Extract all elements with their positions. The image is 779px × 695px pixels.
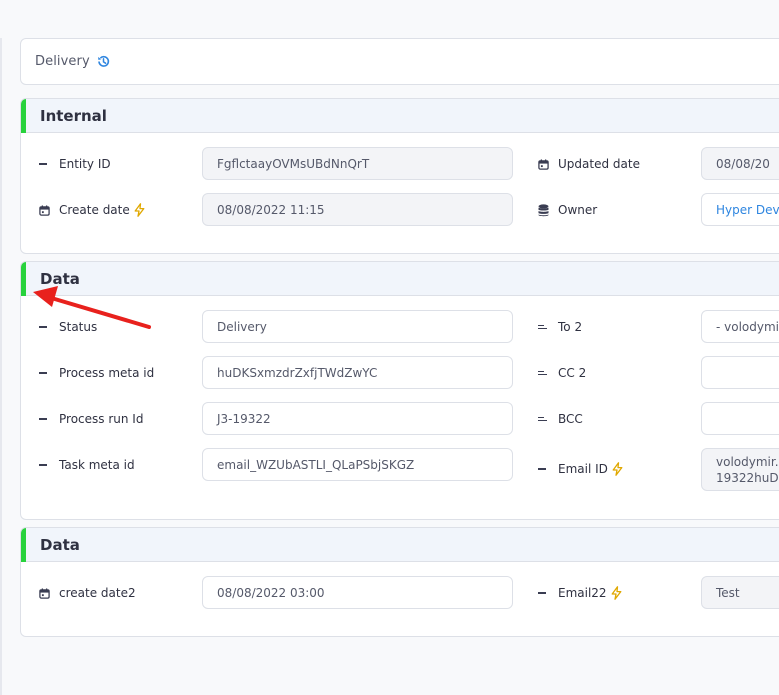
field-label-owner: Owner <box>538 201 597 219</box>
calendar-icon <box>538 156 554 172</box>
lightning-icon <box>611 586 622 600</box>
section-title: Data <box>40 269 80 288</box>
owner-field[interactable]: Hyper Deve <box>701 193 779 226</box>
field-label-email22: Email22 <box>538 584 622 602</box>
status-field[interactable]: Delivery <box>202 310 513 343</box>
lightning-icon <box>612 462 623 476</box>
field-label-entity-id: Entity ID <box>39 155 111 173</box>
process-meta-id-field[interactable]: huDKSxmzdrZxfjTWdZwYC <box>202 356 513 389</box>
section-header-data-2[interactable]: Data <box>21 528 779 562</box>
dash-icon <box>39 411 55 427</box>
email-id-line-2: 19322huD <box>716 471 779 485</box>
dash-icon <box>39 319 55 335</box>
email-id-line-1: volodymir.c <box>716 455 779 469</box>
lightning-icon <box>134 203 145 217</box>
field-label-text: CC 2 <box>558 366 587 380</box>
section-header-data[interactable]: Data <box>21 262 779 296</box>
field-label-process-run-id: Process run Id <box>39 410 143 428</box>
field-label-email-id: Email ID <box>538 460 623 478</box>
field-label-create-date2: create date2 <box>39 584 136 602</box>
field-label-text: Process meta id <box>59 366 155 380</box>
field-label-text: Task meta id <box>59 458 135 472</box>
calendar-icon <box>39 585 55 601</box>
field-label-text: Updated date <box>558 157 640 171</box>
database-icon <box>538 202 554 218</box>
field-label-text: Entity ID <box>59 157 111 171</box>
dash-icon <box>39 156 55 172</box>
entity-id-field: FgflctaayOVMsUBdNnQrT <box>202 147 513 180</box>
section-header-internal[interactable]: Internal <box>21 99 779 133</box>
dash-icon <box>39 365 55 381</box>
field-label-text: Status <box>59 320 98 334</box>
section-title: Internal <box>40 106 107 125</box>
field-label-updated-date: Updated date <box>538 155 640 173</box>
field-label-task-meta-id: Task meta id <box>39 456 135 474</box>
field-label-text: Owner <box>558 203 598 217</box>
field-label-text: create date2 <box>59 586 136 600</box>
history-icon[interactable] <box>96 54 111 69</box>
section-accent-bar <box>21 99 26 133</box>
email22-field: Test <box>701 576 779 609</box>
field-label-process-meta-id: Process meta id <box>39 364 154 382</box>
text-lines-icon <box>538 319 554 335</box>
dash-icon <box>39 457 55 473</box>
field-label-text: To 2 <box>558 320 583 334</box>
task-meta-id-field[interactable]: email_WZUbASTLI_QLaPSbjSKGZ <box>202 448 513 481</box>
create-date2-field[interactable]: 08/08/2022 03:00 <box>202 576 513 609</box>
section-title: Data <box>40 535 80 554</box>
bcc-field[interactable] <box>701 402 779 435</box>
updated-date-field: 08/08/20 <box>701 147 779 180</box>
process-run-id-field[interactable]: J3-19322 <box>202 402 513 435</box>
field-label-text: Email ID <box>558 462 608 476</box>
email-id-field: volodymir.c 19322huD <box>701 448 779 491</box>
field-label-text: Email22 <box>558 586 607 600</box>
text-lines-icon <box>538 365 554 381</box>
section-data: Data Status Delivery Process meta id huD… <box>20 261 779 520</box>
dash-icon <box>538 585 554 601</box>
to-2-field[interactable]: - volodymir <box>701 310 779 343</box>
page: Delivery Internal Entity ID FgflctaayOVM… <box>0 0 779 695</box>
section-internal: Internal Entity ID FgflctaayOVMsUBdNnQrT… <box>20 98 779 254</box>
dash-icon <box>538 461 554 477</box>
field-label-cc-2: CC 2 <box>538 364 586 382</box>
calendar-icon <box>39 202 55 218</box>
field-label-bcc: BCC <box>538 410 583 428</box>
record-header: Delivery <box>20 38 779 85</box>
page-left-border <box>0 38 2 695</box>
cc-2-field[interactable] <box>701 356 779 389</box>
section-accent-bar <box>21 262 26 296</box>
field-label-create-date: Create date <box>39 201 145 219</box>
field-label-text: BCC <box>558 412 583 426</box>
record-title: Delivery <box>35 54 90 69</box>
section-data-2: Data create date2 08/08/2022 03:00 Email… <box>20 527 779 637</box>
field-label-text: Create date <box>59 203 130 217</box>
create-date-field: 08/08/2022 11:15 <box>202 193 513 226</box>
text-lines-icon <box>538 411 554 427</box>
section-accent-bar <box>21 528 26 562</box>
field-label-status: Status <box>39 318 97 336</box>
field-label-to-2: To 2 <box>538 318 582 336</box>
field-label-text: Process run Id <box>59 412 144 426</box>
